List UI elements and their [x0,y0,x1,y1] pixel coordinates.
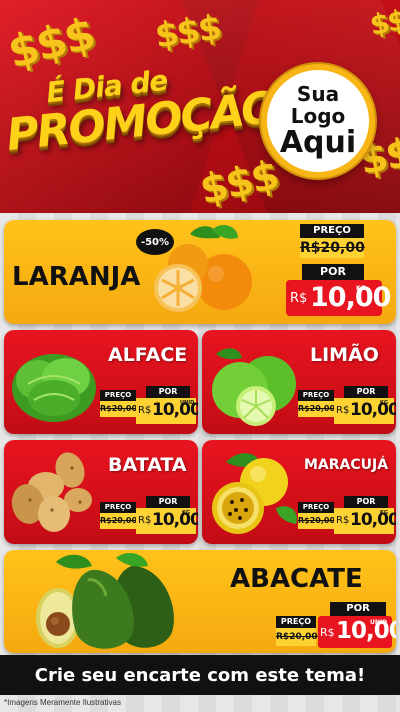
price-unit: KG [380,510,388,516]
new-price-box: R$ 10,00 KG [334,508,396,534]
old-price: R$20,00 [100,513,137,529]
new-price-box: R$ 10,00 KG [136,508,198,534]
product-card-laranja: LARANJA PREÇO R$20,00 POR R$ 10,00 KG [4,220,396,324]
new-price-box: R$ 10,00 KG [286,280,391,316]
product-card-alface: ALFACE PREÇO R$20,00 POR R$ 10,00 UNID [4,330,198,434]
old-price: R$20,00 [300,238,365,258]
old-price: R$20,00 [100,401,137,417]
new-price: 10,00 [310,282,391,313]
por-label: POR [330,602,386,616]
currency: R$ [290,291,308,306]
discount-badge: -50% [136,229,174,255]
product-card-batata: BATATA PREÇO R$20,00 POR R$ 10,00 KG [4,440,198,544]
old-price: R$20,00 [276,628,318,646]
price-unit: KG [356,285,366,292]
price-unit: UNID [180,400,195,406]
passion-fruit-image [212,453,297,534]
currency: R$ [138,405,152,416]
product-card-limao: LIMÃO PREÇO R$20,00 POR R$ 10,00 KG [202,330,396,434]
cta-text: Crie seu encarte com este tema! [34,664,366,686]
old-price: R$20,00 [298,401,335,417]
preco-label: PREÇO [276,616,316,628]
logo-text-line1: Sua Logo [290,82,346,128]
preco-label: PREÇO [298,390,334,401]
price-unit: KG [380,400,388,406]
old-price: R$20,00 [298,513,335,529]
product-name: ALFACE [108,344,188,366]
preco-label: PREÇO [100,502,136,513]
preco-label: PREÇO [300,224,364,238]
product-card-maracuja: MARACUJÁ PREÇO R$20,00 POR R$ 10,00 KG [202,440,396,544]
disclaimer-text: *Imagens Meramente Ilustrativas [4,698,121,707]
lime-image [212,348,296,426]
money-symbol: $$$ [3,8,99,79]
por-label: POR [344,496,388,508]
price-unit: UNID [370,619,388,626]
new-price-box: R$ 10,00 UNID [136,398,198,424]
por-label: POR [302,264,364,280]
por-label: POR [344,386,388,398]
currency: R$ [138,515,152,526]
por-label: POR [146,496,190,508]
lettuce-image [12,354,96,422]
product-name: ABACATE [230,564,363,594]
new-price: 10,00 [350,400,396,420]
money-symbol: $$$ [196,152,282,213]
money-symbol: $$$ [152,7,223,57]
por-label: POR [146,386,190,398]
preco-label: PREÇO [298,502,334,513]
logo-text-line2: Aqui [279,125,357,160]
product-name: LARANJA [12,262,141,292]
money-symbol: $$ [367,3,400,42]
logo-placeholder: Sua Logo Aqui [261,64,375,178]
currency: R$ [320,626,335,639]
promo-header: $$$ $$$ $$ $$$ $$ É Dia de PROMOÇÃO Sua … [0,0,400,213]
product-card-abacate: ABACATE PREÇO R$20,00 POR R$ 10,00 UNID [4,550,396,653]
cta-banner[interactable]: Crie seu encarte com este tema! [0,655,400,695]
new-price-box: R$ 10,00 UNID [318,616,396,648]
product-name: LIMÃO [310,344,379,366]
new-price-box: R$ 10,00 KG [334,398,396,424]
new-price: 10,00 [152,510,198,530]
potato-image [11,452,92,532]
avocado-image [36,552,174,649]
new-price: 10,00 [350,510,396,530]
preco-label: PREÇO [100,390,136,401]
flyer-page: $$$ $$$ $$ $$$ $$ É Dia de PROMOÇÃO Sua … [0,0,400,712]
currency: R$ [336,405,350,416]
product-name: MARACUJÁ [304,457,389,473]
product-name: BATATA [108,454,187,476]
currency: R$ [336,515,350,526]
price-unit: KG [182,510,190,516]
